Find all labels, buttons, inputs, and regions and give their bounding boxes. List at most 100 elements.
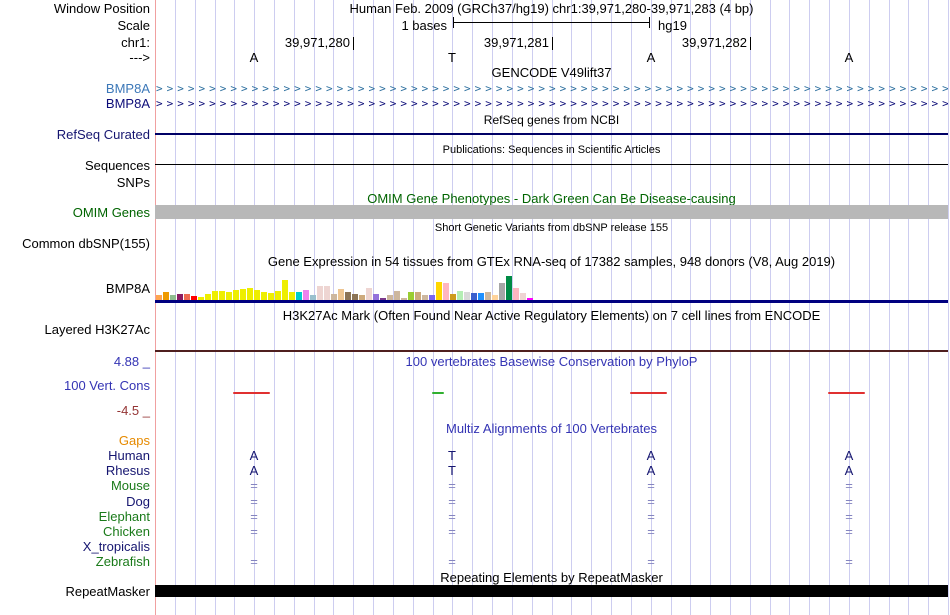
chrom-label: chr1:	[121, 35, 150, 50]
repeatmasker-bar[interactable]	[155, 585, 948, 597]
track-label-refseq-curated[interactable]: RefSeq Curated	[0, 127, 150, 142]
gtex-tissue-bar	[303, 290, 309, 300]
alignment-char: =	[448, 524, 456, 539]
gtex-baseline[interactable]	[155, 300, 948, 303]
alignment-char: =	[647, 478, 655, 493]
gtex-tissue-bar	[268, 293, 274, 300]
alignment-char: =	[845, 478, 853, 493]
gtex-tissue-bar	[310, 295, 316, 300]
position-tick	[750, 37, 751, 50]
gtex-tissue-bar	[387, 295, 393, 300]
genome-browser-image: Window Position Human Feb. 2009 (GRCh37/…	[0, 0, 950, 615]
position-value: 39,971,282	[681, 35, 747, 50]
gtex-tissue-bar	[233, 290, 239, 300]
alignment-char: T	[448, 463, 456, 478]
alignment-char: =	[250, 478, 258, 493]
gtex-tissue-bar	[527, 298, 533, 300]
gtex-tissue-bar	[366, 288, 372, 300]
gtex-tissue-bar	[443, 283, 449, 300]
gtex-tissue-bar	[408, 292, 414, 300]
alignment-char: =	[448, 494, 456, 509]
gtex-tissue-bar	[205, 294, 211, 300]
gtex-tissue-bar	[352, 294, 358, 300]
track-label-sequences[interactable]: Sequences	[0, 158, 150, 173]
species-label-elephant[interactable]: Elephant	[0, 509, 150, 524]
species-label-rhesus[interactable]: Rhesus	[0, 463, 150, 478]
gtex-tissue-bar	[485, 292, 491, 300]
gtex-tissue-bar	[436, 282, 442, 300]
track-label-4-88-[interactable]: 4.88 _	[0, 354, 150, 369]
gtex-tissue-bar	[324, 286, 330, 300]
gtex-tissue-bar	[212, 291, 218, 300]
gtex-tissue-bar	[373, 294, 379, 300]
alignment-char: =	[448, 509, 456, 524]
alignment-char: A	[646, 463, 656, 478]
track-title: Gene Expression in 54 tissues from GTEx …	[267, 254, 836, 269]
phylop-mark	[233, 392, 270, 394]
gene-strand-arrows[interactable]: >>>>>>>>>>>>>>>>>>>>>>>>>>>>>>>>>>>>>>>>…	[156, 82, 948, 95]
base-letter: T	[448, 50, 456, 65]
alignment-char: =	[647, 524, 655, 539]
gtex-tissue-bar	[338, 289, 344, 300]
track-label-layered-h3k27ac[interactable]: Layered H3K27Ac	[0, 322, 150, 337]
alignment-char: =	[250, 494, 258, 509]
gtex-tissue-bar	[170, 295, 176, 300]
track-label-100-vert-cons[interactable]: 100 Vert. Cons	[0, 378, 150, 393]
species-label-mouse[interactable]: Mouse	[0, 478, 150, 493]
gtex-tissue-bar	[275, 291, 281, 300]
gtex-tissue-bar	[317, 286, 323, 300]
alignment-char: =	[845, 554, 853, 569]
alignment-char: =	[448, 478, 456, 493]
sequences-line[interactable]	[155, 164, 948, 165]
track-label-snps[interactable]: SNPs	[0, 175, 150, 190]
gene-label-bmp8a-1[interactable]: BMP8A	[0, 96, 150, 111]
scale-label[interactable]: Scale	[0, 18, 150, 33]
gene-strand-arrows[interactable]: >>>>>>>>>>>>>>>>>>>>>>>>>>>>>>>>>>>>>>>>…	[156, 97, 948, 110]
species-label-human[interactable]: Human	[0, 448, 150, 463]
base-letter: A	[249, 50, 259, 65]
refseq-curated-line[interactable]	[155, 133, 948, 135]
phylop-mark	[828, 392, 865, 394]
gtex-tissue-bar	[429, 295, 435, 300]
h3k27ac-line[interactable]	[155, 350, 948, 352]
track-title: Publications: Sequences in Scientific Ar…	[442, 144, 661, 156]
gtex-tissue-bar	[163, 292, 169, 300]
track-label-omim-genes[interactable]: OMIM Genes	[0, 205, 150, 220]
alignment-char: =	[647, 494, 655, 509]
phylop-mark	[630, 392, 667, 394]
species-label-dog[interactable]: Dog	[0, 494, 150, 509]
track-title: RefSeq genes from NCBI	[483, 113, 620, 127]
track-label-bmp8a[interactable]: BMP8A	[0, 281, 150, 296]
phylop-mark	[432, 392, 444, 394]
gtex-tissue-bar	[394, 291, 400, 300]
gtex-tissue-bar	[247, 288, 253, 300]
window-position-label[interactable]: Window Position	[0, 1, 150, 16]
track-title: Short Genetic Variants from dbSNP releas…	[434, 222, 669, 234]
species-label-gaps[interactable]: Gaps	[0, 433, 150, 448]
species-label-zebrafish[interactable]: Zebrafish	[0, 554, 150, 569]
gtex-tissue-bar	[471, 293, 477, 300]
scale-bar	[453, 22, 650, 23]
gtex-tissue-bar	[422, 295, 428, 300]
track-title: H3K27Ac Mark (Often Found Near Active Re…	[282, 308, 821, 323]
gene-label-bmp8a-0[interactable]: BMP8A	[0, 81, 150, 96]
track-title: OMIM Gene Phenotypes - Dark Green Can Be…	[367, 191, 736, 206]
gtex-tissue-bar	[450, 294, 456, 300]
gtex-tissue-bar	[506, 276, 512, 300]
track-label--4-5-[interactable]: -4.5 _	[0, 403, 150, 418]
species-label-chicken[interactable]: Chicken	[0, 524, 150, 539]
gridline	[948, 0, 949, 615]
omim-genes-bar[interactable]	[155, 205, 948, 219]
alignment-char: T	[448, 448, 456, 463]
gtex-tissue-bar	[457, 291, 463, 300]
alignment-char: =	[845, 524, 853, 539]
alignment-char: =	[647, 554, 655, 569]
gtex-tissue-bar	[492, 295, 498, 300]
track-label-repeatmasker[interactable]: RepeatMasker	[0, 584, 150, 599]
track-label-common-dbsnp-155-[interactable]: Common dbSNP(155)	[0, 236, 150, 251]
track-title: 100 vertebrates Basewise Conservation by…	[405, 354, 698, 369]
gtex-tissue-bar	[254, 290, 260, 300]
gtex-tissue-bar	[184, 294, 190, 300]
alignment-char: A	[249, 448, 259, 463]
species-label-x_tropicalis[interactable]: X_tropicalis	[0, 539, 150, 554]
